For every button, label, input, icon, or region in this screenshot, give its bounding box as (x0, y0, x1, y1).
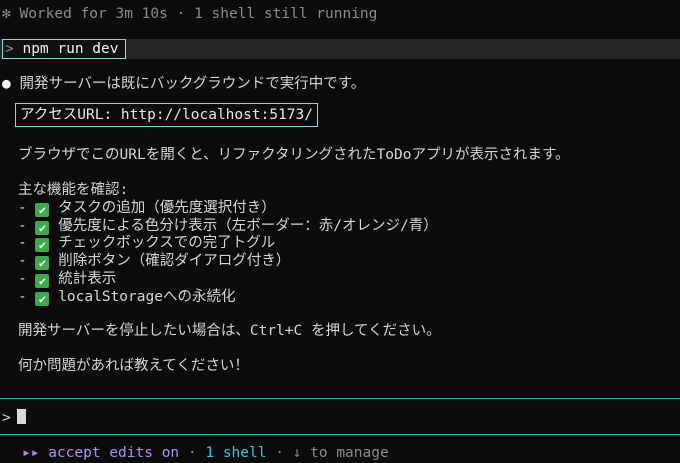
dash: - (18, 253, 27, 269)
input-bottom-divider (0, 434, 680, 435)
feature-item: - ✔ チェックボックスでの完了トグル (18, 234, 275, 252)
feature-text: 統計表示 (58, 271, 117, 287)
text-cursor (16, 409, 26, 424)
input-field[interactable]: > (2, 409, 26, 426)
mode-label: accept edits on (48, 445, 180, 461)
command-entry[interactable]: > npm run dev (2, 39, 126, 59)
input-prompt-icon: > (2, 410, 11, 426)
checkmark-icon: ✔ (35, 238, 50, 252)
worked-status-text: Worked for 3m 10s · 1 shell still runnin… (19, 6, 378, 22)
feature-text: 優先度による色分け表示（左ボーダー：赤/オレンジ/青） (58, 218, 438, 234)
dash: - (18, 235, 27, 251)
feature-item: - ✔ 統計表示 (18, 270, 116, 288)
feature-text: localStorageへの永続化 (58, 289, 236, 305)
feature-item: - ✔ 優先度による色分け表示（左ボーダー：赤/オレンジ/青） (18, 217, 438, 235)
prompt-icon: > (5, 41, 14, 57)
features-title: 主な機能を確認: (18, 182, 129, 198)
bullet-icon: ● (2, 76, 11, 92)
mode-toggle[interactable]: ▸▸ accept edits on (22, 445, 179, 461)
feature-text: 削除ボタン（確認ダイアログ付き） (58, 253, 291, 269)
input-top-divider (0, 398, 680, 399)
access-url-text: アクセスURL: http://localhost:5173/ (20, 107, 313, 123)
feature-item: - ✔ localStorageへの永続化 (18, 288, 235, 306)
separator: · (187, 445, 197, 461)
checkmark-icon: ✔ (35, 256, 50, 270)
access-url-box[interactable]: アクセスURL: http://localhost:5173/ (15, 103, 318, 127)
spinner-icon: ✻ (2, 6, 11, 22)
separator: · (275, 445, 284, 461)
checkmark-icon: ✔ (35, 274, 50, 288)
feature-text: タスクの追加（優先度選択付き） (58, 200, 276, 216)
open-hint: ブラウザでこのURLを開くと、リファクタリングされたToDoアプリが表示されます… (18, 147, 570, 163)
checkmark-icon: ✔ (35, 221, 50, 235)
command-text: npm run dev (22, 41, 119, 57)
dash: - (18, 200, 27, 216)
intro-text: 開発サーバーは既にバックグラウンドで実行中です。 (19, 76, 366, 92)
intro-line: ● 開発サーバーは既にバックグラウンドで実行中です。 (2, 75, 365, 93)
dash: - (18, 289, 27, 305)
status-bar: ▸▸ accept edits on · 1 shell · ↓ to mana… (22, 445, 389, 461)
feature-text: チェックボックスでの完了トグル (58, 235, 276, 251)
checkmark-icon: ✔ (35, 203, 50, 217)
closing-text: 何か問題があれば教えてください！ (18, 358, 249, 374)
feature-item: - ✔ タスクの追加（優先度選択付き） (18, 199, 276, 217)
feature-item: - ✔ 削除ボタン（確認ダイアログ付き） (18, 252, 290, 270)
checkmark-icon: ✔ (35, 292, 50, 306)
stop-hint: 開発サーバーを停止したい場合は、Ctrl+C を押してください。 (18, 323, 441, 339)
dash: - (18, 271, 27, 287)
fast-forward-icon: ▸▸ (22, 445, 40, 461)
status-line: ✻ Worked for 3m 10s · 1 shell still runn… (2, 5, 377, 23)
manage-hint: ↓ to manage (292, 445, 389, 461)
shell-count[interactable]: 1 shell (205, 445, 266, 461)
dash: - (18, 218, 27, 234)
